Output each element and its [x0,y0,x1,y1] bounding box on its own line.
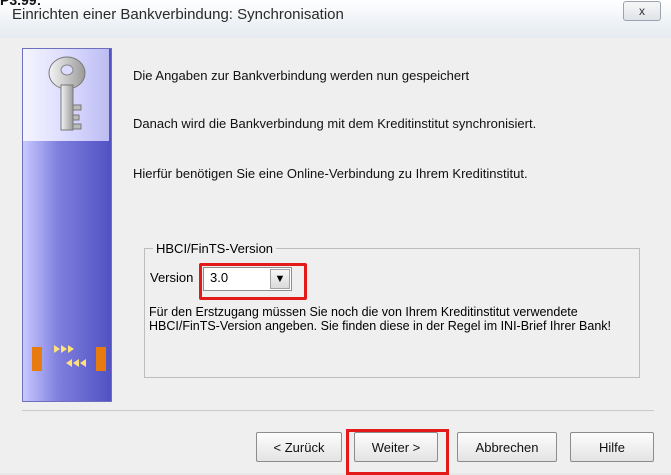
help-button-label: Hilfe [598,439,625,455]
version-highlight-box [199,263,307,300]
version-help-text: Für den Erstzugang müssen Sie noch die v… [149,305,612,333]
close-icon: x [639,4,645,18]
help-button[interactable]: Hilfe [570,432,654,462]
back-button-label: < Zurück [273,439,325,455]
title-bar: P3.99: Einrichten einer Bankverbindung: … [0,0,671,39]
key-icon [48,56,86,131]
separator [22,410,654,412]
back-button[interactable]: < Zurück [256,432,342,462]
wizard-side-panel [22,48,112,402]
cancel-button-label: Abbrechen [475,439,539,455]
sync-transfer-icon [32,345,106,371]
dialog-body: Die Angaben zur Bankverbindung werden nu… [0,38,671,475]
key-illustration [23,49,109,141]
group-title: HBCI/FinTS-Version [153,241,277,256]
instruction-line-3: Hierfür benötigen Sie eine Online-Verbin… [133,166,528,181]
window-title: Einrichten einer Bankverbindung: Synchro… [12,6,344,23]
next-highlight-box [346,429,449,475]
close-button[interactable]: x [623,1,661,21]
instruction-line-1: Die Angaben zur Bankverbindung werden nu… [133,68,470,83]
cancel-button[interactable]: Abbrechen [457,432,557,462]
instruction-line-2: Danach wird die Bankverbindung mit dem K… [133,116,537,131]
version-label: Version [150,270,194,285]
